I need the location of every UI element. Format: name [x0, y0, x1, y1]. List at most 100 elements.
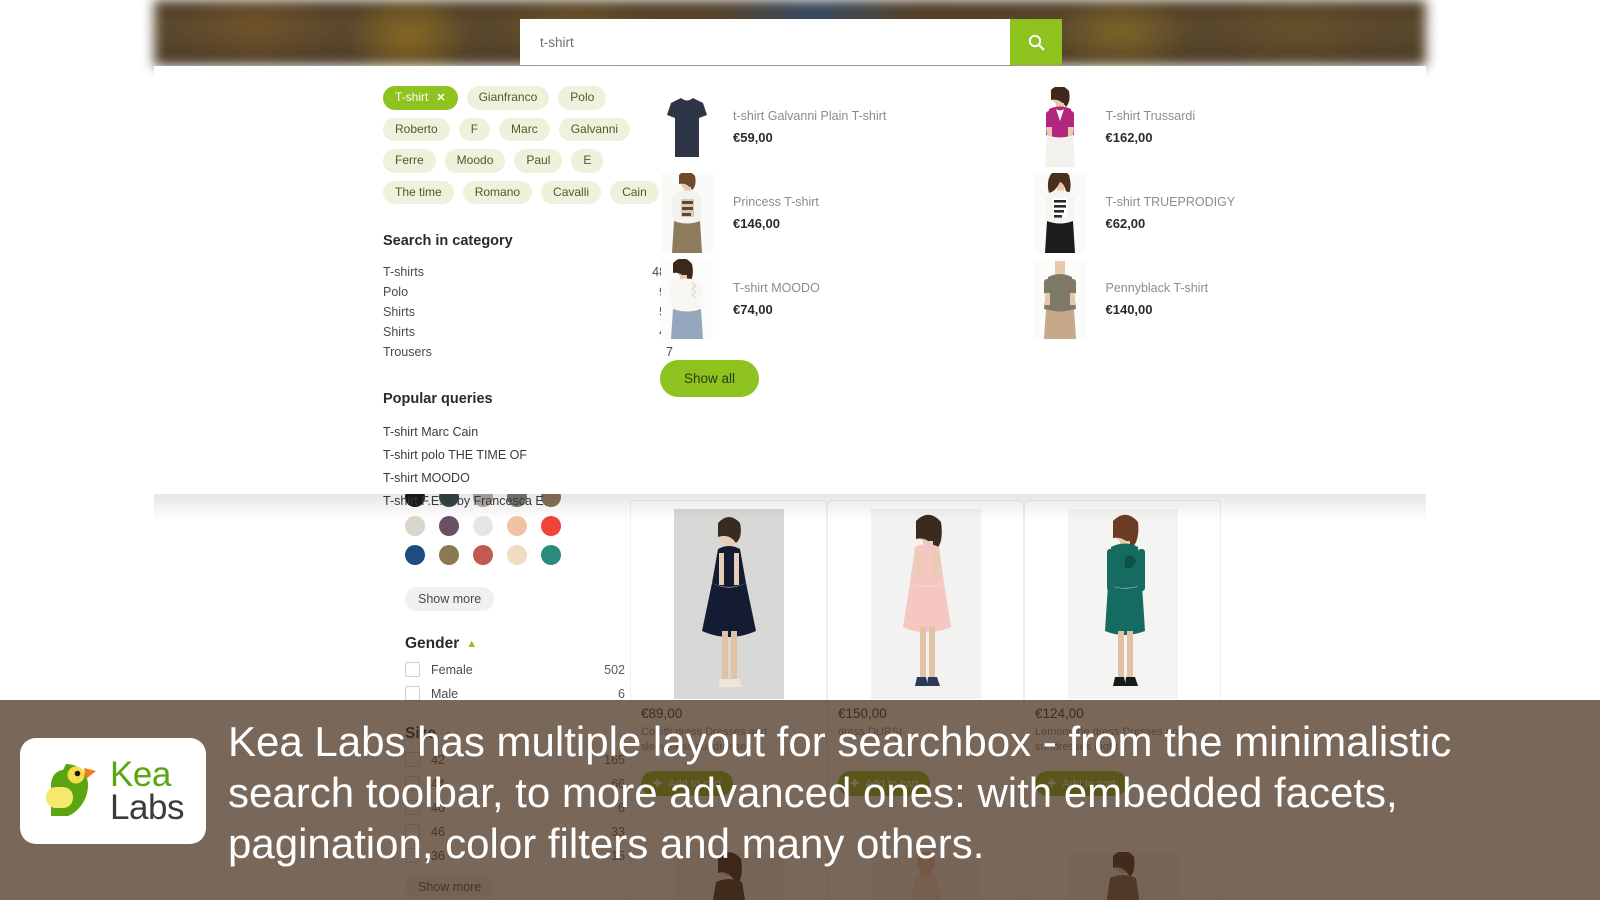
popular-queries-list: T-shirt Marc Cain T-shirt polo THE TIME …: [383, 420, 673, 512]
category-row[interactable]: Polo 99: [383, 282, 673, 302]
result-thumbnail-model-white-lace: [659, 259, 715, 339]
result-info: t-shirt Galvanni Plain T-shirt €59,00: [733, 109, 1032, 145]
result-price: €140,00: [1105, 302, 1153, 317]
brand-chip[interactable]: Polo: [558, 86, 607, 110]
result-thumbnail-tee-navy: [659, 87, 715, 167]
brand-chip-selected[interactable]: T-shirt ✕: [383, 86, 458, 110]
facet-count: 502: [604, 662, 625, 677]
logo-wordmark: Kea Labs: [110, 754, 184, 827]
result-name: Princess T-shirt: [733, 195, 819, 209]
brand-chip-label: Marc: [511, 121, 538, 136]
product-image-dress-teal: [1035, 509, 1210, 699]
result-thumbnail-model-white-print: [659, 173, 715, 253]
brand-chip[interactable]: Cavalli: [541, 180, 602, 205]
popular-query-item[interactable]: T-shirt F.E.V. by Francesca E.: [383, 489, 673, 512]
result-item[interactable]: t-shirt Galvanni Plain T-shirt €59,00: [659, 84, 1032, 170]
facet-row[interactable]: Male 6: [405, 686, 625, 701]
result-price: €146,00: [733, 216, 780, 231]
brand-chip-label: Cain: [622, 184, 647, 199]
result-thumbnail-model-white-text: [1032, 173, 1088, 253]
result-price: €162,00: [1105, 130, 1153, 145]
facet-label: Male: [431, 686, 459, 701]
brand-chip[interactable]: Ferre: [383, 149, 436, 173]
popular-query-item[interactable]: T-shirt polo THE TIME OF: [383, 443, 673, 466]
category-name: Trousers: [383, 345, 432, 360]
brand-chip[interactable]: Moodo: [444, 149, 506, 173]
category-row[interactable]: Trousers 7: [383, 342, 673, 362]
brand-chip-label: Moodo: [456, 153, 494, 168]
screen: Show more Gender ▲ Female 502 Male 6 Siz…: [0, 0, 1600, 900]
brand-chip[interactable]: Gianfranco: [466, 86, 550, 110]
color-swatch[interactable]: [541, 545, 561, 565]
facet-row[interactable]: Female 502: [405, 662, 625, 677]
caption-text: Kea Labs has multiple layout for searchb…: [228, 718, 1452, 868]
show-all-button[interactable]: Show all: [660, 360, 760, 397]
gender-facet-title[interactable]: Gender ▲: [405, 635, 625, 653]
brand-chip[interactable]: Romano: [462, 180, 533, 205]
color-swatch[interactable]: [473, 545, 493, 565]
search-in-category-title: Search in category: [383, 233, 513, 250]
result-info: T-shirt TRUEPRODIGY €62,00: [1106, 195, 1405, 231]
popular-query-item[interactable]: T-shirt Marc Cain: [383, 420, 673, 443]
brand-chip-label: Paul: [526, 153, 551, 168]
popular-query-item[interactable]: T-shirt MOODO: [383, 466, 673, 489]
brand-chip-label: The time: [395, 184, 442, 199]
product-image-dress-pink: [838, 509, 1013, 699]
popular-queries-title: Popular queries: [383, 391, 493, 408]
result-info: Pennyblack T-shirt €140,00: [1106, 281, 1405, 317]
remove-chip-icon[interactable]: ✕: [436, 91, 445, 105]
brand-chip[interactable]: The time: [383, 180, 454, 205]
result-grid: t-shirt Galvanni Plain T-shirt €59,00 T-…: [659, 84, 1404, 342]
category-row[interactable]: Shirts 55: [383, 302, 673, 322]
result-item[interactable]: Princess T-shirt €146,00: [659, 170, 1032, 256]
search-input[interactable]: [540, 34, 1010, 50]
category-list: T-shirts 484 Polo 99 Shirts 55 Shirts 44…: [383, 262, 673, 362]
result-item[interactable]: Pennyblack T-shirt €140,00: [1032, 256, 1405, 342]
brand-chip[interactable]: Marc: [499, 117, 550, 142]
result-item[interactable]: T-shirt Trussardi €162,00: [1032, 84, 1405, 170]
category-row[interactable]: T-shirts 484: [383, 262, 673, 282]
result-name: Pennyblack T-shirt: [1105, 281, 1209, 295]
brand-chip[interactable]: Galvanni: [558, 117, 631, 142]
color-swatch[interactable]: [405, 545, 425, 565]
brand-chip[interactable]: F: [458, 117, 491, 142]
parrot-icon: [46, 764, 97, 816]
result-item[interactable]: T-shirt MOODO €74,00: [659, 256, 1032, 342]
logo-kea-text: Kea: [110, 754, 171, 794]
brand-chip[interactable]: Cain: [610, 180, 659, 205]
brand-chip-label: T-shirt: [395, 90, 429, 104]
result-thumbnail-model-magenta: [1032, 87, 1088, 167]
color-show-more-button[interactable]: Show more: [405, 587, 495, 611]
search-icon: [1028, 34, 1044, 50]
result-price: €74,00: [733, 302, 773, 317]
brand-chip-label: Galvanni: [570, 121, 619, 136]
result-info: Princess T-shirt €146,00: [733, 195, 1032, 231]
result-name: T-shirt TRUEPRODIGY: [1105, 195, 1236, 209]
gender-facet-options: Female 502 Male 6: [405, 662, 625, 701]
brand-chip[interactable]: E: [571, 149, 604, 173]
gender-facet-label: Gender: [405, 635, 460, 652]
logo-labs-text: Labs: [110, 788, 184, 827]
checkbox-icon[interactable]: [405, 686, 420, 701]
result-item[interactable]: T-shirt TRUEPRODIGY €62,00: [1032, 170, 1405, 256]
brand-chip-label: F: [470, 121, 479, 136]
facet-label: Female: [431, 662, 473, 677]
checkbox-icon[interactable]: [405, 662, 420, 677]
color-swatch[interactable]: [507, 545, 527, 565]
search-input-wrapper[interactable]: [520, 19, 1010, 65]
result-thumbnail-model-olive: [1032, 259, 1088, 339]
category-name: Polo: [383, 285, 409, 300]
brand-chip-label: Roberto: [395, 121, 438, 136]
category-name: Shirts: [383, 325, 415, 340]
kea-labs-logo: Kea Labs: [20, 738, 206, 844]
result-price: €59,00: [733, 130, 773, 145]
brand-chip[interactable]: Roberto: [383, 117, 450, 142]
search-submit-button[interactable]: [1010, 19, 1062, 65]
category-name: Shirts: [383, 305, 415, 320]
color-swatch[interactable]: [439, 545, 459, 565]
dropdown-left-column: T-shirt ✕ Gianfranco Polo Roberto F Marc Galvan…: [383, 86, 673, 512]
brand-chip[interactable]: Paul: [514, 149, 563, 173]
search-bar: [520, 19, 1062, 65]
brand-chip-label: Gianfranco: [478, 90, 538, 104]
category-row[interactable]: Shirts 44: [383, 322, 673, 342]
